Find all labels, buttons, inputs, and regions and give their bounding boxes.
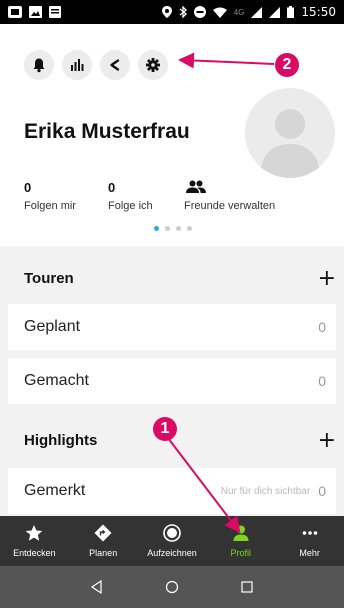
touren-section-header: Touren + bbox=[24, 266, 336, 291]
tour-item-label: Gemacht bbox=[24, 372, 89, 389]
nav-tab-discover[interactable]: Entdecken bbox=[0, 516, 69, 566]
add-tour-button[interactable]: + bbox=[318, 266, 336, 291]
highlights-title: Highlights bbox=[24, 432, 98, 449]
settings-button[interactable] bbox=[138, 50, 168, 80]
system-navigation bbox=[0, 566, 344, 608]
battery-icon bbox=[287, 6, 295, 18]
person-icon bbox=[233, 525, 249, 541]
tour-item-count: 0 bbox=[318, 373, 326, 389]
tour-item-completed[interactable]: Gemacht 0 bbox=[8, 358, 336, 404]
home-icon[interactable] bbox=[165, 580, 179, 594]
tour-item-count: 0 bbox=[318, 319, 326, 335]
highlight-item-label: Gemerkt bbox=[24, 482, 86, 499]
status-bar: 4G 15:50 bbox=[0, 0, 344, 24]
annotation-badge: 1 bbox=[153, 417, 177, 441]
touren-title: Touren bbox=[24, 270, 74, 287]
directions-icon bbox=[94, 524, 112, 542]
share-button[interactable] bbox=[100, 50, 130, 80]
nav-label: Planen bbox=[89, 548, 118, 558]
status-left bbox=[8, 6, 61, 18]
network-type: 4G bbox=[233, 7, 245, 17]
followers-count: 0 bbox=[24, 180, 32, 195]
bottom-navigation: Entdecken Planen Aufzeichnen Profil Mehr bbox=[0, 516, 344, 566]
notifications-button[interactable] bbox=[24, 50, 54, 80]
back-icon[interactable] bbox=[90, 580, 104, 594]
nav-label: Mehr bbox=[299, 548, 320, 558]
bluetooth-icon bbox=[179, 6, 187, 18]
highlights-section-header: Highlights + bbox=[24, 428, 336, 453]
bell-icon bbox=[33, 58, 45, 73]
notification-icon bbox=[8, 6, 22, 18]
highlight-item-count: 0 bbox=[318, 483, 326, 499]
nav-label: Aufzeichnen bbox=[147, 548, 197, 558]
profile-actions bbox=[24, 50, 168, 80]
following-count: 0 bbox=[108, 180, 116, 195]
star-icon bbox=[26, 525, 43, 541]
stat-manage-friends[interactable]: Freunde verwalten bbox=[184, 180, 294, 212]
location-icon bbox=[161, 6, 172, 18]
bar-chart-icon bbox=[71, 59, 84, 71]
pager-dots bbox=[154, 226, 192, 231]
pager-dot[interactable] bbox=[187, 226, 192, 231]
document-icon bbox=[49, 6, 61, 18]
highlight-item-saved[interactable]: Gemerkt Nur für dich sichtbar 0 bbox=[8, 468, 336, 514]
tour-item-label: Geplant bbox=[24, 318, 81, 335]
clock: 15:50 bbox=[301, 5, 336, 19]
avatar-placeholder-icon bbox=[260, 109, 320, 178]
signal-icon-2 bbox=[269, 6, 281, 18]
more-icon bbox=[302, 531, 317, 535]
share-icon bbox=[110, 59, 120, 71]
manage-friends-label: Freunde verwalten bbox=[184, 200, 276, 212]
nav-tab-record[interactable]: Aufzeichnen bbox=[138, 516, 207, 566]
nav-tab-plan[interactable]: Planen bbox=[69, 516, 138, 566]
profile-name: Erika Musterfrau bbox=[24, 120, 190, 143]
recents-icon[interactable] bbox=[240, 580, 254, 594]
nav-label: Entdecken bbox=[13, 548, 56, 558]
stat-following[interactable]: 0 Folge ich bbox=[108, 180, 184, 212]
people-icon bbox=[186, 180, 206, 193]
add-highlight-button[interactable]: + bbox=[318, 428, 336, 453]
nav-label: Profil bbox=[230, 548, 252, 558]
pager-dot[interactable] bbox=[154, 226, 159, 231]
annotation-badge: 2 bbox=[275, 53, 299, 77]
do-not-disturb-icon bbox=[193, 6, 206, 18]
wifi-icon bbox=[212, 7, 227, 18]
following-label: Folge ich bbox=[108, 200, 153, 212]
avatar[interactable] bbox=[245, 88, 335, 178]
gear-icon bbox=[146, 58, 160, 72]
profile-content: Touren + Geplant 0 Gemacht 0 Highlights … bbox=[0, 246, 344, 516]
record-icon bbox=[163, 524, 181, 542]
status-right: 4G 15:50 bbox=[161, 5, 336, 19]
nav-tab-profile[interactable]: Profil bbox=[206, 516, 275, 566]
signal-icon bbox=[251, 6, 263, 18]
pager-dot[interactable] bbox=[165, 226, 170, 231]
visibility-note: Nur für dich sichtbar bbox=[220, 485, 311, 497]
profile-stats: 0 Folgen mir 0 Folge ich Freunde verwalt… bbox=[24, 180, 294, 212]
pager-dot[interactable] bbox=[176, 226, 181, 231]
statistics-button[interactable] bbox=[62, 50, 92, 80]
nav-tab-more[interactable]: Mehr bbox=[275, 516, 344, 566]
image-icon bbox=[29, 6, 42, 18]
followers-label: Folgen mir bbox=[24, 200, 76, 212]
stat-followers[interactable]: 0 Folgen mir bbox=[24, 180, 108, 212]
tour-item-planned[interactable]: Geplant 0 bbox=[8, 304, 336, 350]
